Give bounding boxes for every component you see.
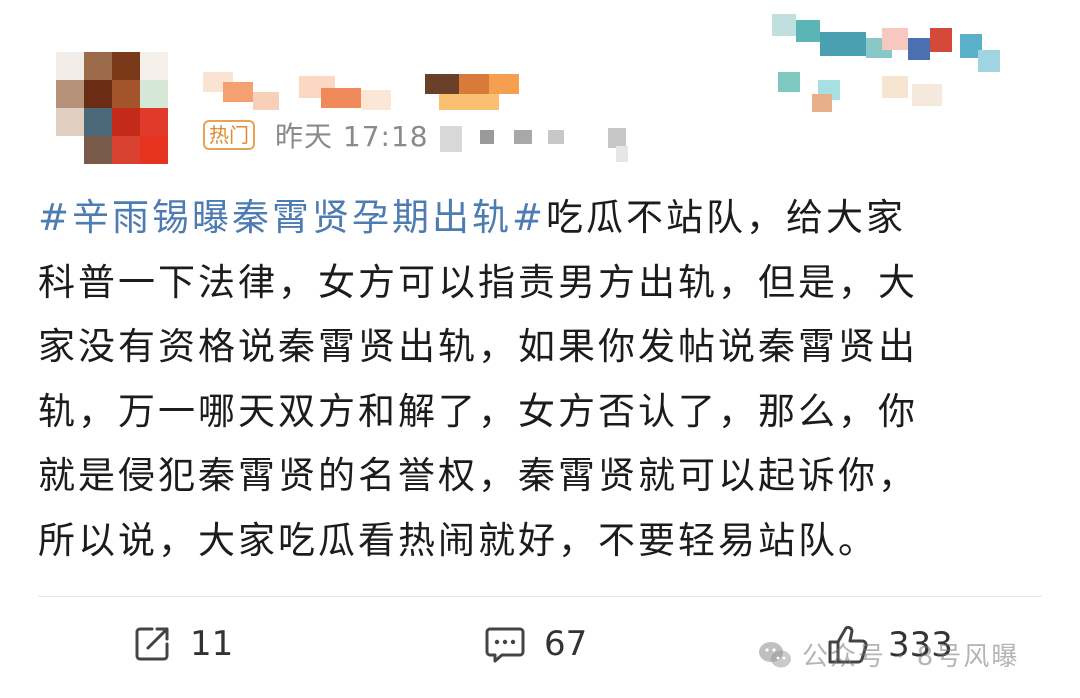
post-line-1: #辛雨锡曝秦霄贤孕期出轨#吃瓜不站队，给大家 (38, 186, 1048, 251)
comment-icon (484, 624, 526, 664)
avatar[interactable] (56, 52, 168, 164)
post-content: #辛雨锡曝秦霄贤孕期出轨#吃瓜不站队，给大家 科普一下法律，女方可以指责男方出轨… (38, 186, 1048, 573)
share-icon (132, 624, 172, 664)
hashtag-link[interactable]: #辛雨锡曝秦霄贤孕期出轨# (38, 196, 546, 239)
post-line-4: 轨，万一哪天双方和解了，女方否认了，那么，你 (38, 389, 918, 433)
watermark-text: 公众号 · 8号风曝 (802, 642, 1020, 672)
comment-button[interactable]: 67 (484, 624, 587, 664)
divider (38, 596, 1042, 597)
post-line-3: 家没有资格说秦霄贤出轨，如果你发帖说秦霄贤出 (38, 325, 918, 368)
post-line-6: 所以说，大家吃瓜看热闹就好，不要轻易站队。 (38, 518, 878, 562)
hot-badge: 热门 (203, 120, 255, 150)
wechat-logo-icon (758, 640, 792, 670)
share-button[interactable]: 11 (132, 624, 233, 664)
comment-count: 67 (544, 624, 588, 664)
post-text: 吃瓜不站队，给大家 (546, 196, 907, 239)
post-meta: 热门 昨天 17:18 (203, 116, 429, 154)
source-blurred (440, 124, 640, 164)
decoration-blurred (772, 14, 1002, 114)
post-line-5: 就是侵犯秦霄贤的名誉权，秦霄贤就可以起诉你， (38, 454, 918, 497)
share-count: 11 (190, 624, 234, 664)
post-time: 昨天 17:18 (275, 120, 429, 153)
username-blurred[interactable] (203, 72, 543, 112)
post-line-2: 科普一下法律，女方可以指责男方出轨，但是，大 (38, 260, 918, 304)
watermark: 公众号 · 8号风曝 (758, 636, 1019, 673)
